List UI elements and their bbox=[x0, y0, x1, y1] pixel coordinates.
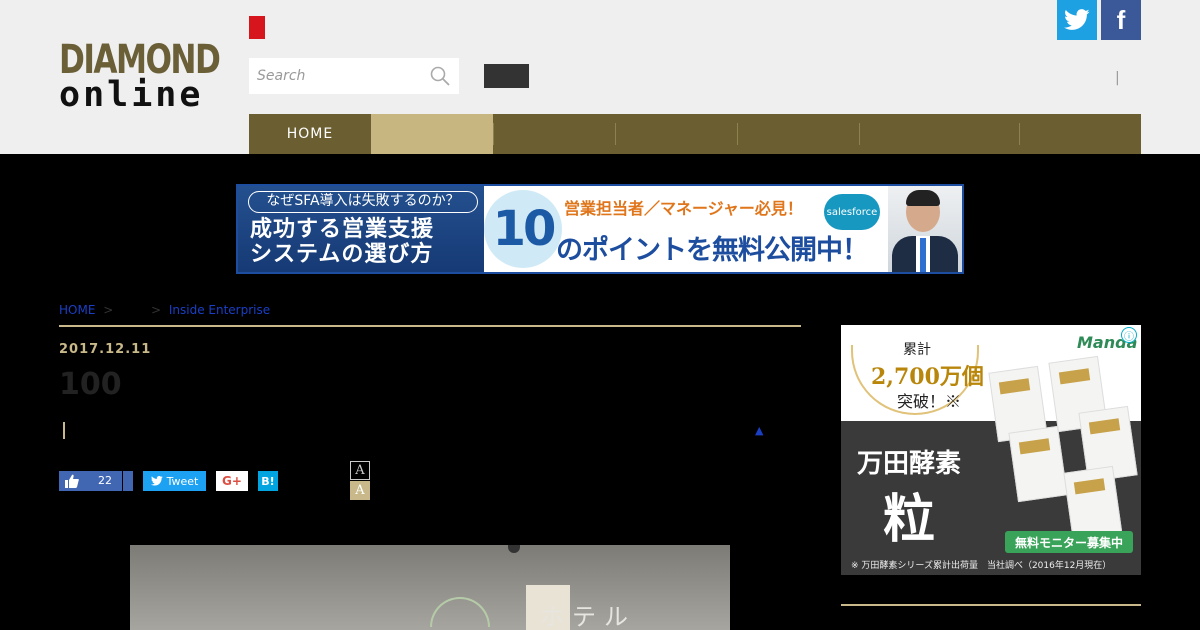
facebook-button[interactable]: f bbox=[1101, 0, 1141, 40]
tweet-button[interactable]: Tweet bbox=[143, 471, 206, 491]
side-ad-cumulative: 累計 bbox=[903, 342, 931, 358]
facebook-like-button[interactable]: 22 bbox=[59, 471, 133, 491]
search-icon[interactable] bbox=[429, 65, 451, 87]
banner-pill-text: なぜSFA導入は失敗するのか？ bbox=[248, 191, 478, 213]
nav-item-6[interactable] bbox=[859, 114, 1019, 154]
header-separator: | bbox=[1115, 70, 1120, 86]
banner-subheading: 営業担当者／マネージャー必見！ bbox=[564, 199, 803, 218]
banner-heading: のポイントを無料公開中！ bbox=[556, 235, 869, 266]
logo-line1: DIAMOND bbox=[59, 37, 221, 83]
side-ad-break: 突破！※ bbox=[897, 392, 962, 411]
breadcrumb-separator: > bbox=[103, 303, 114, 317]
side-ad-number: 2,700万個 bbox=[871, 364, 984, 390]
side-ad-product-name: 万田酵素 bbox=[857, 449, 962, 479]
product-packs-image bbox=[973, 349, 1141, 543]
search-box bbox=[249, 58, 459, 94]
logo-line2: online bbox=[59, 75, 204, 115]
banner-main-line2: システムの選び方 bbox=[250, 242, 434, 267]
banner-main-text: 成功する営業支援 システムの選び方 bbox=[250, 217, 434, 267]
main-nav: HOME bbox=[249, 114, 1141, 154]
twitter-bird-icon bbox=[150, 476, 163, 486]
sidebar-rule bbox=[841, 604, 1141, 606]
site-logo[interactable]: DIAMOND online bbox=[59, 37, 224, 115]
banner-person-photo bbox=[888, 186, 962, 272]
font-size-large-button[interactable]: A bbox=[350, 481, 370, 500]
banner-ad[interactable]: なぜSFA導入は失敗するのか？ 成功する営業支援 システムの選び方 10 営業担… bbox=[236, 184, 964, 274]
nav-item-3[interactable] bbox=[493, 114, 615, 154]
salesforce-logo-icon: salesforce bbox=[824, 194, 880, 230]
breadcrumb-home[interactable]: HOME bbox=[59, 303, 95, 317]
breadcrumb-section[interactable]: Inside Enterprise bbox=[169, 303, 270, 317]
side-ad-grain: 粒 bbox=[883, 489, 936, 550]
banner-right-panel: 10 営業担当者／マネージャー必見！ のポイントを無料公開中！ salesfor… bbox=[484, 186, 962, 272]
twitter-button[interactable] bbox=[1057, 0, 1097, 40]
article-top-rule bbox=[59, 325, 801, 327]
site-header: DIAMOND online | f HOME bbox=[0, 0, 1200, 154]
nav-item-5[interactable] bbox=[737, 114, 859, 154]
side-ad-monitor-button[interactable]: 無料モニター募集中 bbox=[1005, 531, 1133, 553]
search-input[interactable] bbox=[257, 66, 422, 86]
hatena-bookmark-button[interactable]: B! bbox=[258, 471, 278, 491]
nav-item-2[interactable] bbox=[371, 114, 493, 154]
nav-item-7[interactable] bbox=[1019, 114, 1141, 154]
breadcrumb-separator: > bbox=[150, 303, 162, 317]
banner-ten-badge: 10 bbox=[484, 190, 562, 268]
article-photo: ホテル bbox=[130, 545, 730, 630]
ad-info-icon[interactable]: ⓘ bbox=[1121, 327, 1137, 343]
red-tab-marker bbox=[249, 16, 265, 39]
font-size-small-button[interactable]: A bbox=[350, 461, 370, 480]
article-date: 2017.12.11 bbox=[59, 342, 152, 357]
nav-item-4[interactable] bbox=[615, 114, 737, 154]
twitter-bird-icon bbox=[1064, 9, 1090, 30]
side-ad[interactable]: 累計 2,700万個 突破！※ Manda ⓘ 万田酵素 粒 無料モニター募集中… bbox=[841, 325, 1141, 575]
article-headline: 100 bbox=[59, 367, 122, 402]
banner-main-line1: 成功する営業支援 bbox=[250, 217, 435, 242]
tweet-label: Tweet bbox=[166, 474, 199, 488]
like-count: 22 bbox=[98, 474, 112, 487]
back-to-top-icon[interactable]: ▲ bbox=[755, 424, 763, 437]
header-dark-button[interactable] bbox=[484, 64, 529, 88]
google-plus-button[interactable]: G+ bbox=[216, 471, 248, 491]
thumbs-up-icon bbox=[65, 474, 79, 488]
side-ad-note: ※ 万田酵素シリーズ累計出荷量 当社調べ（2016年12月現在） bbox=[851, 561, 1112, 571]
banner-left-panel: なぜSFA導入は失敗するのか？ 成功する営業支援 システムの選び方 bbox=[238, 186, 484, 272]
subheading-bar bbox=[63, 422, 65, 439]
breadcrumb: HOME > > Inside Enterprise bbox=[59, 303, 270, 317]
photo-sign-text: ホテル bbox=[540, 603, 636, 630]
nav-item-home[interactable]: HOME bbox=[249, 114, 371, 154]
facebook-icon: f bbox=[1116, 4, 1126, 35]
